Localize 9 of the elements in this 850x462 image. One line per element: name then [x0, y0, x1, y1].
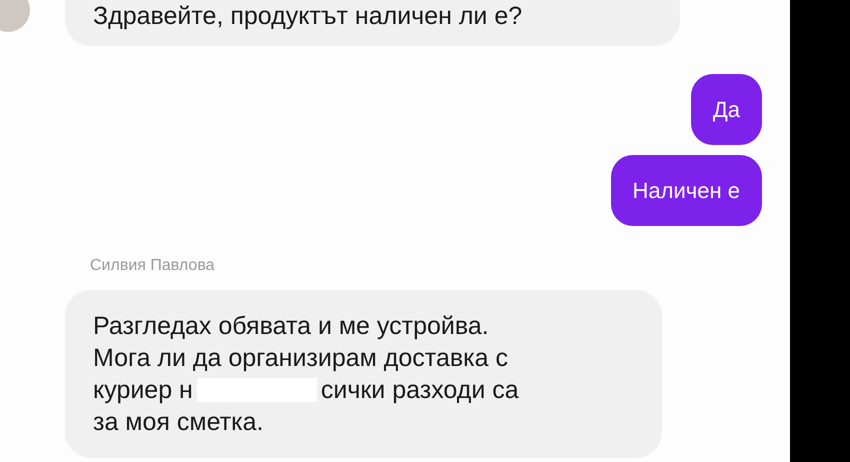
message-text: куриер н	[93, 375, 193, 406]
message-bubble: Да	[690, 74, 762, 145]
message-text: Мога ли да организирам доставка с	[93, 343, 509, 374]
message-text: Здравейте, продуктът наличен ли е?	[93, 1, 524, 32]
message-text: сички разходи са	[320, 375, 519, 406]
message-text: за моя сметка.	[93, 407, 264, 438]
message-bubble: Наличен е	[610, 155, 762, 226]
message-text: Разгледах обявата и ме устройва.	[93, 311, 490, 342]
sender-name: Силвия Павлова	[90, 256, 216, 276]
